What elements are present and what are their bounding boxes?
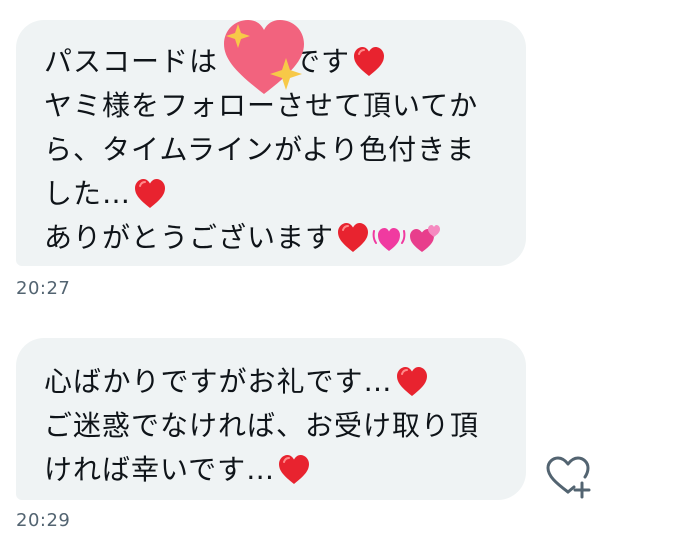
red-heart-icon [352,45,386,79]
red-heart-icon [336,221,370,255]
message-text: した… [44,177,132,210]
red-heart-icon [277,453,311,487]
message-text: ご迷惑でなければ、お受け取り頂 [44,409,480,442]
message-line: した… [44,172,500,216]
timestamp: 20:29 [16,510,71,531]
message-text: ありがとうございます [44,221,335,254]
message-line: ければ幸いです… [44,448,500,492]
heart-plus-icon[interactable] [544,452,592,500]
message-text: ら、タイムラインがより色付きま [44,133,476,166]
timestamp: 20:27 [16,278,71,299]
message-line: ありがとうございます [44,216,500,260]
message-line: ご迷惑でなければ、お受け取り頂 [44,404,500,448]
message-text: ければ幸いです… [44,453,276,486]
red-heart-icon [133,177,167,211]
sparkling-heart-sticker-icon [218,16,310,98]
red-heart-icon [395,365,429,399]
message-line: ら、タイムラインがより色付きま [44,128,500,172]
message-text: 心ばかりですがお礼です… [44,365,393,398]
message-text: パスコードは [44,45,219,78]
beating-heart-icon [372,221,406,255]
message-line: 心ばかりですがお礼です… [44,360,500,404]
revolving-hearts-icon [408,221,442,255]
message-bubble-2[interactable]: 心ばかりですがお礼です… ご迷惑でなければ、お受け取り頂 ければ幸いです… [16,338,526,500]
